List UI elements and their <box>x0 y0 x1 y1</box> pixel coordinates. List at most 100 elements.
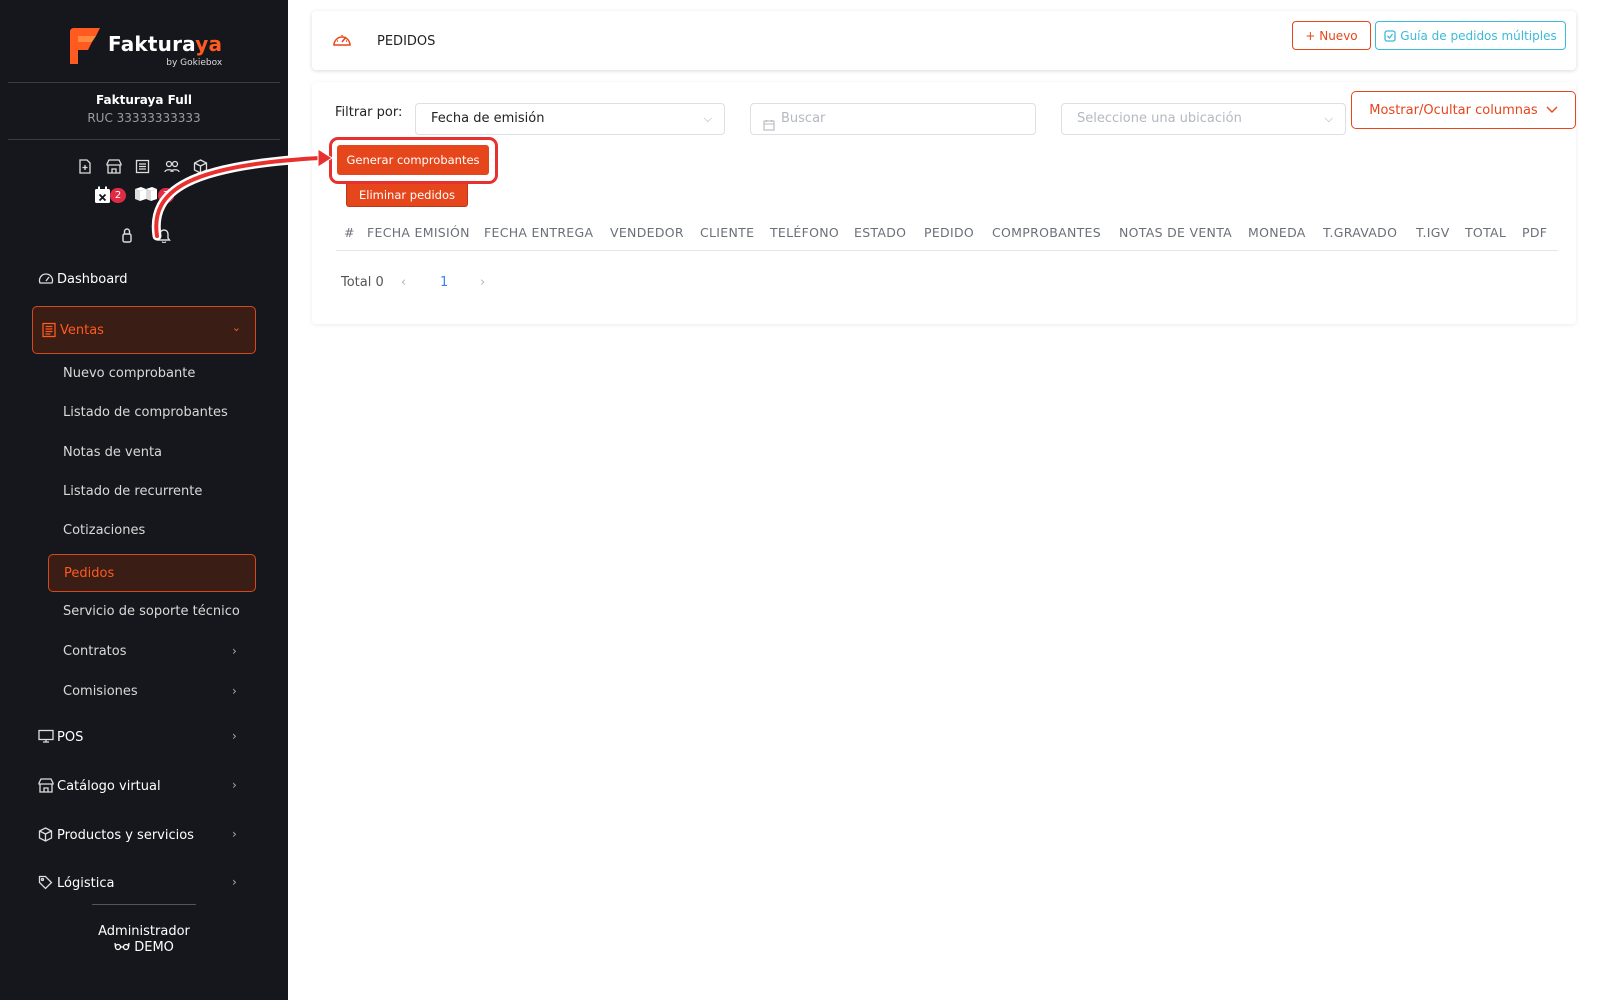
nav-ventas[interactable]: Ventas ⌄ <box>32 306 256 354</box>
quick-access-bar <box>76 158 209 175</box>
chevron-right-icon: › <box>232 684 237 698</box>
toggle-columns-button[interactable]: Mostrar/Ocultar columnas <box>1351 91 1576 129</box>
calendar-x-icon <box>95 186 110 203</box>
column-header: COMPROBANTES <box>992 225 1101 240</box>
highlight-box <box>329 137 498 184</box>
brand-name: Fakturaya <box>108 32 223 56</box>
shop-icon <box>38 778 54 794</box>
chevron-right-icon: › <box>232 827 237 841</box>
column-header: NOTAS DE VENTA <box>1119 225 1233 240</box>
speedometer-icon <box>332 31 352 51</box>
nav-comisiones[interactable]: Comisiones <box>63 684 138 699</box>
pagination-total: Total 0 <box>341 275 384 290</box>
column-header: T.GRAVADO <box>1323 225 1398 240</box>
pagination-prev-button[interactable]: ‹ <box>401 275 406 290</box>
chevron-down-icon: ⌄ <box>231 321 241 334</box>
filter-field-select[interactable]: Fecha de emisión ⌵ <box>415 103 725 135</box>
calendar-alert-button[interactable]: 2 <box>94 186 126 206</box>
nav-dashboard-label: Dashboard <box>57 271 128 287</box>
nav-listado-recurrente[interactable]: Listado de recurrente <box>63 484 202 499</box>
calendar-badge: 2 <box>110 188 126 203</box>
column-header: FECHA EMISIÓN <box>367 225 470 240</box>
speedometer-icon <box>38 271 54 287</box>
new-document-icon[interactable] <box>76 158 93 175</box>
company-ruc: RUC 33333333333 <box>87 111 201 125</box>
tag-icon <box>38 875 54 891</box>
receipt-icon <box>41 322 57 338</box>
calendar-icon <box>763 113 775 143</box>
users-icon[interactable] <box>163 158 180 175</box>
page-title: PEDIDOS <box>377 34 436 49</box>
invoice-list-icon[interactable] <box>134 158 151 175</box>
chevron-down-icon: ⌵ <box>1324 112 1333 125</box>
divider <box>92 904 196 905</box>
nav-logistica-label: Lógistica <box>57 875 115 891</box>
column-header: FECHA ENTREGA <box>484 225 594 240</box>
nav-logistica[interactable]: Lógistica <box>38 875 114 891</box>
nav-soporte-tecnico[interactable]: Servicio de soporte técnico <box>63 604 240 619</box>
boxes-badge: 3 <box>158 188 174 203</box>
divider <box>8 82 280 83</box>
location-select[interactable]: Seleccione una ubicación ⌵ <box>1061 103 1346 135</box>
nav-catalogo[interactable]: Catálogo virtual <box>38 778 161 794</box>
nav-cotizaciones[interactable]: Cotizaciones <box>63 523 145 538</box>
sidebar: Fakturaya by Gokiebox Fakturaya Full RUC… <box>0 0 288 1000</box>
filter-label: Filtrar por: <box>335 105 403 120</box>
column-header: PEDIDO <box>924 225 975 240</box>
nav-pedidos-label: Pedidos <box>64 566 115 581</box>
package-icon <box>38 827 54 843</box>
boxes-alert-button[interactable]: 3 <box>134 186 174 206</box>
nav-productos-label: Productos y servicios <box>57 827 194 843</box>
column-header: T.IGV <box>1416 225 1450 240</box>
column-header: PDF <box>1522 225 1548 240</box>
glasses-icon <box>114 940 134 955</box>
nav-catalogo-label: Catálogo virtual <box>57 778 161 794</box>
store-icon[interactable] <box>105 158 122 175</box>
company-info: Fakturaya Full RUC 33333333333 <box>0 93 288 125</box>
fakturaya-logo-icon <box>68 26 102 66</box>
chevron-down-icon <box>1546 103 1558 118</box>
column-header: # <box>344 225 355 240</box>
pagination-page-1[interactable]: 1 <box>440 275 448 290</box>
search-date-input[interactable]: Buscar <box>750 103 1036 135</box>
nav-pedidos[interactable]: Pedidos <box>48 554 256 592</box>
brand-logo[interactable]: Fakturaya by Gokiebox <box>68 26 223 68</box>
nav-productos[interactable]: Productos y servicios <box>38 827 194 843</box>
multi-order-guide-button[interactable]: Guía de pedidos múltiples <box>1375 21 1566 50</box>
column-header: TOTAL <box>1465 225 1507 240</box>
boxes-icon <box>135 187 157 201</box>
column-header: MONEDA <box>1248 225 1306 240</box>
nav-ventas-label: Ventas <box>60 322 104 338</box>
chevron-right-icon: › <box>232 778 237 792</box>
user-info[interactable]: Administrador DEMO <box>0 924 288 956</box>
nav-pos-label: POS <box>57 729 84 745</box>
nav-nuevo-comprobante[interactable]: Nuevo comprobante <box>63 366 195 381</box>
chevron-right-icon: › <box>232 875 237 889</box>
orders-table-header: # FECHA EMISIÓN FECHA ENTREGA VENDEDOR C… <box>336 223 1558 251</box>
user-mode: DEMO <box>0 940 288 956</box>
nav-contratos[interactable]: Contratos <box>63 644 127 659</box>
column-header: TELÉFONO <box>770 225 840 240</box>
lock-icon[interactable] <box>118 226 135 243</box>
bell-icon[interactable] <box>155 226 172 243</box>
chevron-right-icon: › <box>232 729 237 743</box>
nav-dashboard[interactable]: Dashboard <box>38 271 128 287</box>
checkbox-icon <box>1384 29 1396 42</box>
nav-listado-comprobantes[interactable]: Listado de comprobantes <box>63 405 228 420</box>
nav-pos[interactable]: POS <box>38 729 83 745</box>
divider <box>8 139 280 140</box>
company-name: Fakturaya Full <box>96 93 192 107</box>
chevron-right-icon: › <box>232 644 237 658</box>
column-header: ESTADO <box>854 225 907 240</box>
brand-sub: by Gokiebox <box>166 58 223 68</box>
column-header: VENDEDOR <box>610 225 684 240</box>
chevron-down-icon: ⌵ <box>703 112 712 125</box>
box-icon[interactable] <box>192 158 209 175</box>
column-header: CLIENTE <box>700 225 755 240</box>
nav-notas-venta[interactable]: Notas de venta <box>63 445 162 460</box>
pagination-next-button[interactable]: › <box>480 275 485 290</box>
monitor-icon <box>38 729 54 745</box>
new-order-button[interactable]: + Nuevo <box>1292 21 1371 50</box>
delete-orders-button[interactable]: Eliminar pedidos <box>346 181 468 207</box>
user-role: Administrador <box>98 924 190 939</box>
